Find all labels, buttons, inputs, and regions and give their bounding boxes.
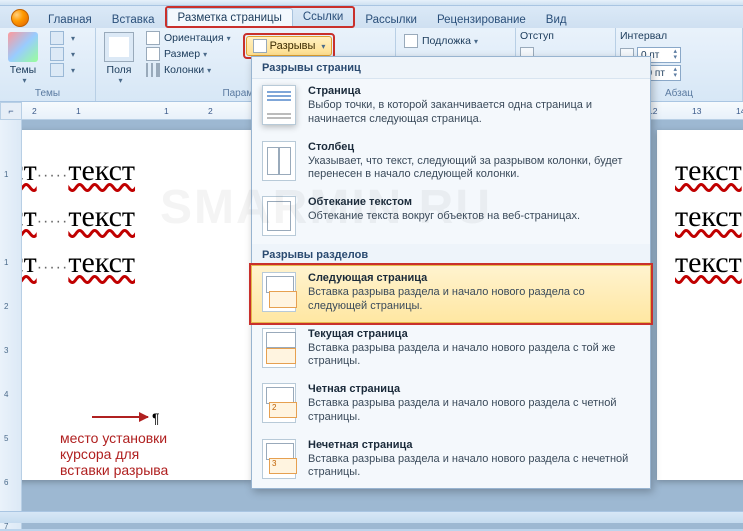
tab-review[interactable]: Рецензирование (427, 11, 536, 28)
menu-item-odd-page[interactable]: Нечетная страницаВставка разрыва раздела… (252, 433, 650, 489)
orientation-icon (146, 31, 160, 45)
tab-home[interactable]: Главная (38, 11, 102, 28)
columns-icon (146, 63, 160, 77)
tab-page-layout[interactable]: Разметка страницы (167, 8, 293, 26)
themes-label: Темы (10, 64, 36, 76)
page-right: текст текст текст (657, 130, 743, 480)
margins-icon (104, 32, 134, 62)
breaks-button[interactable]: Разрывы ▾ (246, 36, 333, 56)
ribbon-tabs: Главная Вставка Разметка страницы Ссылки… (0, 6, 743, 28)
status-bar (0, 511, 743, 523)
section-continuous-icon (262, 328, 296, 368)
theme-effects-button[interactable]: ▾ (46, 62, 79, 78)
ruler-corner: ⌐ (0, 102, 22, 120)
tab-mailings[interactable]: Рассылки (355, 11, 427, 28)
themes-icon (8, 32, 38, 62)
palette-icon (50, 31, 64, 45)
effects-icon (50, 63, 64, 77)
themes-button[interactable]: Темы ▾ (4, 30, 42, 87)
size-button[interactable]: Размер▾ (142, 46, 235, 62)
page-left: текст·····текст текст·····текст текст···… (22, 130, 252, 480)
group-themes: Темы ▾ ▾ ▾ ▾ Темы (0, 28, 96, 101)
section-next-page-icon (262, 272, 296, 312)
breaks-label: Разрывы (270, 40, 316, 52)
menu-item-continuous[interactable]: Текущая страницаВставка разрыва раздела … (252, 322, 650, 378)
orientation-button[interactable]: Ориентация▾ (142, 30, 235, 46)
text-wrap-icon (262, 196, 296, 236)
page-break-icon (262, 85, 296, 125)
menu-item-text-wrapping[interactable]: Обтекание текстомОбтекание текста вокруг… (252, 190, 650, 244)
tab-insert[interactable]: Вставка (102, 11, 165, 28)
annotation-text: место установки курсора для вставки разр… (60, 430, 168, 478)
tab-view[interactable]: Вид (536, 11, 577, 28)
watermark-icon (404, 34, 418, 48)
size-icon (146, 47, 160, 61)
theme-colors-button[interactable]: ▾ (46, 30, 79, 46)
menu-item-column-break[interactable]: СтолбецУказывает, что текст, следующий з… (252, 135, 650, 191)
chevron-down-icon: ▾ (22, 76, 26, 85)
section-odd-page-icon (262, 439, 296, 479)
menu-header-page-breaks: Разрывы страниц (252, 57, 650, 79)
column-break-icon (262, 141, 296, 181)
breaks-icon (253, 39, 267, 53)
spacing-label: Интервал (620, 30, 681, 42)
theme-fonts-button[interactable]: ▾ (46, 46, 79, 62)
menu-header-section-breaks: Разрывы разделов (252, 244, 650, 266)
highlight-tabs: Разметка страницы Ссылки (165, 6, 356, 28)
indent-label: Отступ (520, 30, 554, 42)
watermark-button[interactable]: Подложка▾ (400, 33, 482, 49)
vertical-ruler[interactable]: 11234567 (0, 120, 22, 529)
margins-button[interactable]: Поля ▾ (100, 30, 138, 87)
margins-label: Поля (107, 64, 132, 76)
office-orb-icon (11, 9, 29, 27)
columns-button[interactable]: Колонки▾ (142, 62, 235, 78)
menu-item-even-page[interactable]: Четная страницаВставка разрыва раздела и… (252, 377, 650, 433)
group-themes-label: Темы (4, 88, 91, 101)
pilcrow-mark: ¶ (152, 410, 160, 426)
menu-item-page-break[interactable]: СтраницаВыбор точки, в которой заканчива… (252, 79, 650, 135)
chevron-down-icon: ▾ (321, 42, 325, 51)
annotation-arrow (92, 416, 148, 418)
menu-item-next-page[interactable]: Следующая страницаВставка разрыва раздел… (251, 265, 651, 323)
section-even-page-icon (262, 383, 296, 423)
font-icon (50, 47, 64, 61)
tab-references[interactable]: Ссылки (293, 8, 354, 26)
office-button[interactable] (2, 8, 38, 28)
breaks-menu: Разрывы страниц СтраницаВыбор точки, в к… (251, 56, 651, 489)
